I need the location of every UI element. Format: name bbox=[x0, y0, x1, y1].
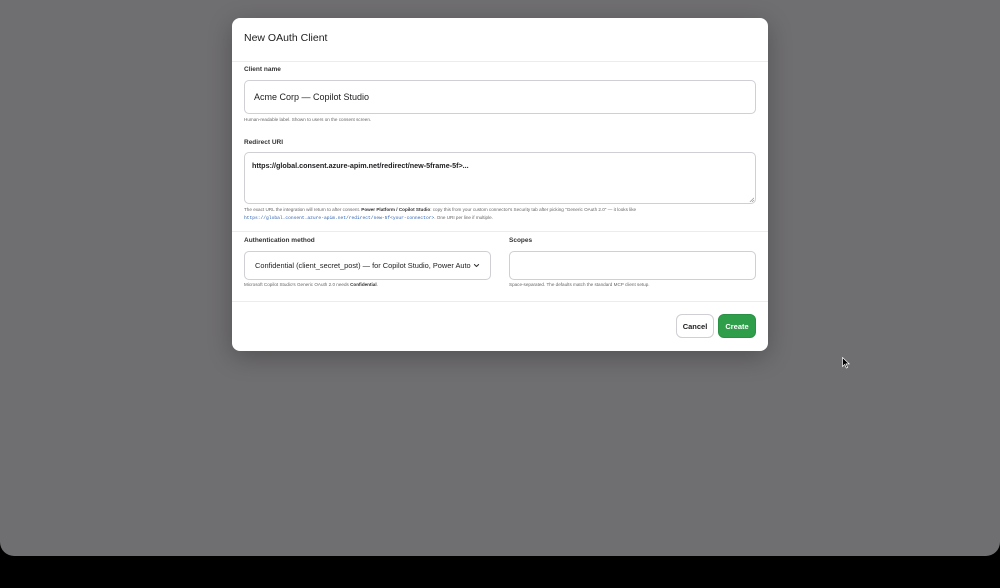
backdrop: New OAuth Client Client name Human-reada… bbox=[0, 0, 1000, 556]
cancel-button[interactable]: Cancel bbox=[676, 314, 714, 338]
dialog-title: New OAuth Client bbox=[244, 32, 328, 44]
auth-method-select[interactable]: Confidential (client_secret_post) — for … bbox=[244, 251, 491, 280]
scopes-help: Space-separated. The defaults match the … bbox=[509, 282, 650, 287]
new-oauth-client-dialog: New OAuth Client Client name Human-reada… bbox=[232, 18, 768, 351]
redirect-uri-help: The exact URL the integration will retur… bbox=[244, 206, 636, 223]
auth-method-help-bold: Confidential bbox=[350, 282, 377, 287]
client-name-label: Client name bbox=[244, 66, 281, 73]
redirect-uri-textarea[interactable]: https://global.consent.azure-apim.net/re… bbox=[244, 152, 756, 204]
redirect-uri-help-bold: Power Platform / Copilot Studio bbox=[361, 207, 431, 212]
auth-method-help-text: Microsoft Copilot Studio's Generic OAuth… bbox=[244, 282, 351, 287]
create-button[interactable]: Create bbox=[718, 314, 756, 338]
auth-method-selected: Confidential (client_secret_post) — for … bbox=[255, 261, 471, 270]
footer-divider bbox=[232, 301, 768, 302]
redirect-uri-help-text: The exact URL the integration will retur… bbox=[244, 207, 362, 212]
auth-method-help: Microsoft Copilot Studio's Generic OAuth… bbox=[244, 281, 378, 289]
client-name-help: Human-readable label. Shown to users on … bbox=[244, 117, 372, 122]
header-divider bbox=[232, 61, 768, 62]
redirect-uri-help-text-3: . One URI per line if multiple. bbox=[434, 215, 493, 220]
redirect-uri-label: Redirect URI bbox=[244, 139, 284, 146]
scopes-input[interactable] bbox=[509, 251, 756, 280]
mouse-pointer-icon bbox=[842, 357, 850, 369]
auth-method-help-text-2: . bbox=[376, 282, 378, 287]
chevron-down-icon bbox=[473, 263, 480, 268]
redirect-uri-help-text-2: : copy this from your custom connector's… bbox=[430, 207, 637, 212]
client-name-input[interactable] bbox=[244, 80, 756, 114]
scopes-label: Scopes bbox=[509, 237, 533, 244]
redirect-uri-field: https://global.consent.azure-apim.net/re… bbox=[244, 152, 756, 204]
redirect-uri-example: https://global.consent.azure-apim.net/re… bbox=[244, 216, 435, 221]
auth-method-label: Authentication method bbox=[244, 237, 315, 244]
section-divider bbox=[232, 231, 768, 232]
resize-grip-icon[interactable] bbox=[749, 197, 754, 202]
